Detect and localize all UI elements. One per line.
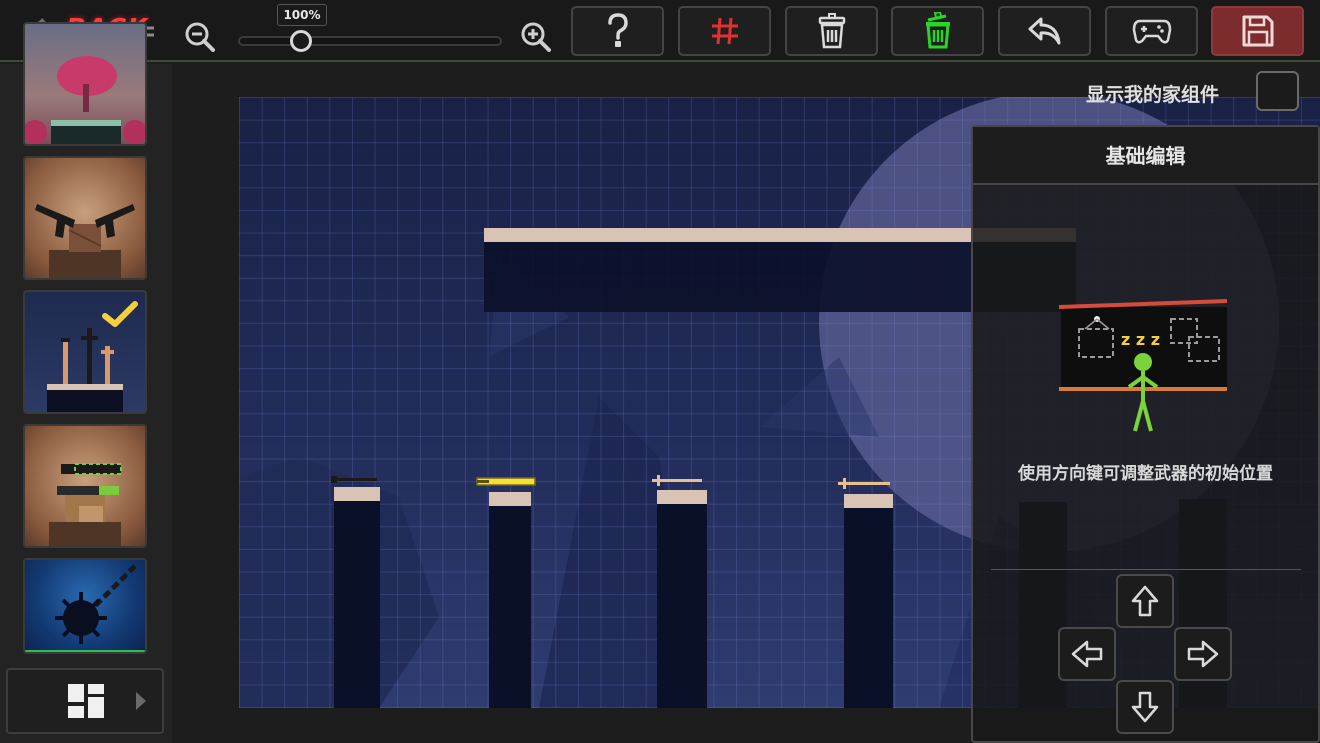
thumbnail-bazooka-crates-map[interactable] (23, 424, 147, 548)
pillar-1 (334, 501, 380, 708)
zoom-out-button[interactable] (183, 20, 217, 54)
pillar-2 (489, 506, 531, 708)
undo-button[interactable] (998, 6, 1091, 56)
zoom-in-button[interactable] (519, 20, 553, 54)
trash-icon (818, 13, 845, 49)
move-left-button[interactable] (1058, 627, 1116, 681)
undo-icon (1028, 17, 1060, 45)
weapon-light-sword (652, 475, 702, 486)
weapon-dark-sword (331, 476, 377, 483)
arrow-up-icon (1131, 585, 1159, 617)
grid-toggle-button[interactable] (678, 6, 771, 56)
tree-block-icon (25, 56, 145, 144)
map-thumbnail-sidebar (0, 22, 172, 743)
arrow-left-icon (1071, 640, 1103, 668)
show-home-components-label: 显示我的家组件 (1086, 84, 1220, 106)
sleep-zzz-text: z z z (1121, 330, 1160, 349)
move-down-button[interactable] (1116, 680, 1174, 734)
zoom-slider-track[interactable] (238, 36, 502, 46)
zoom-in-icon (521, 22, 551, 52)
weapon-spear (838, 478, 890, 489)
pillar-3 (657, 504, 707, 708)
selected-check-icon (102, 301, 138, 327)
twin-pistols-icon (35, 204, 135, 278)
weapon-gold-blade-selected (476, 477, 536, 486)
arrow-down-icon (1131, 691, 1159, 723)
pillar-4-top (844, 494, 893, 508)
zoom-slider-handle[interactable] (290, 30, 313, 52)
panel-tip-text: 使用方向键可调整武器的初始位置 (1018, 464, 1273, 484)
weapon-position-illustration: z z z (1059, 299, 1228, 432)
clear-all-button[interactable] (891, 6, 984, 56)
play-test-button[interactable] (1105, 6, 1198, 56)
save-icon (1242, 15, 1273, 47)
move-right-button[interactable] (1174, 627, 1232, 681)
level-editor-screen: BACK 100% (0, 0, 1320, 743)
layout-grid-icon (68, 684, 104, 718)
thumbnail-twin-pistols-map[interactable] (23, 156, 147, 280)
delete-item-button[interactable] (785, 6, 878, 56)
panel-divider (991, 569, 1301, 570)
pillar-4 (844, 508, 893, 708)
arrow-right-icon (1187, 640, 1219, 668)
bazooka-crates-icon (49, 463, 122, 546)
zoom-out-icon (185, 22, 215, 52)
gamepad-icon (1132, 19, 1171, 44)
pillar-2-top (489, 492, 531, 506)
pillar-3-top (657, 490, 707, 504)
spiked-ball-icon (25, 564, 145, 652)
question-icon (607, 13, 628, 47)
zoom-value-badge: 100% (277, 4, 327, 26)
basic-edit-panel: 基础编辑 z z z 使用方向键可调整武器的初始位置 (971, 125, 1320, 743)
top-toolbar: BACK 100% (0, 0, 1320, 62)
move-up-button[interactable] (1116, 574, 1174, 628)
sidebar-collapse-button[interactable] (6, 668, 164, 734)
show-home-components-checkbox[interactable] (1256, 71, 1299, 111)
panel-title: 基础编辑 (973, 127, 1318, 185)
save-button[interactable] (1211, 6, 1304, 56)
thumbnail-tree-block-map[interactable] (23, 22, 147, 146)
help-button[interactable] (571, 6, 664, 56)
grid-icon (711, 17, 738, 45)
pillar-1-top (334, 487, 380, 501)
thumbnail-spiked-ball-map[interactable] (23, 558, 147, 654)
chevron-right-icon (136, 692, 146, 710)
thumbnail-sword-altar-map[interactable] (23, 290, 147, 414)
trash-green-icon (925, 12, 950, 49)
